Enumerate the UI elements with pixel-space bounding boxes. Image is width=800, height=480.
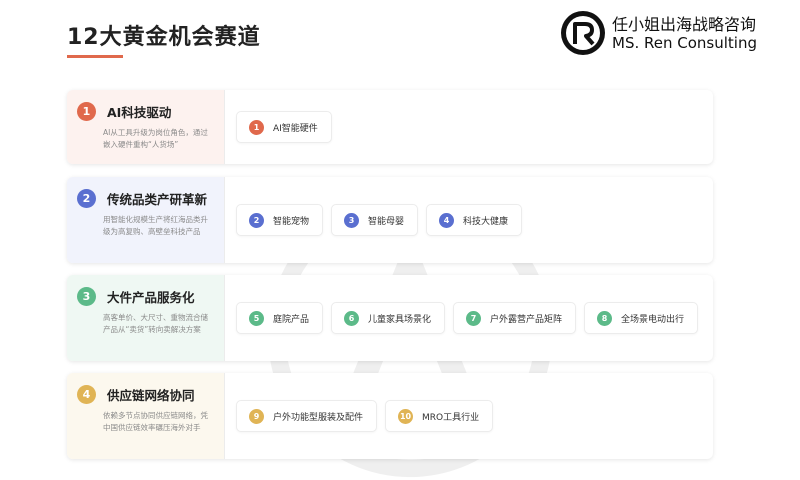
track-number-badge: 7 [466, 310, 482, 326]
category-title: 传统品类产研革新 [107, 192, 208, 207]
track-number-badge: 4 [439, 212, 455, 228]
track-label: 户外功能型服装及配件 [273, 412, 364, 423]
track-label: MRO工具行业 [422, 412, 480, 423]
category-description: 依赖多节点协同供应链网络，凭中国供应链效率碾压海外对手 [103, 411, 208, 432]
category-number-badge: 4 [77, 385, 96, 404]
category-row-3: 3 大件产品服务化 高客单价、大尺寸、重物流合储产品从“卖货”转向卖解决方案 5… [67, 275, 713, 361]
track-item: 8 全场景电动出行 [584, 302, 699, 334]
category-row-1: 1 AI科技驱动 AI从工具升级为岗位角色，通过嵌入硬件重构“人货场” 1 AI… [67, 90, 713, 164]
track-label: 庭院产品 [273, 314, 310, 325]
category-panel: 3 大件产品服务化 高客单价、大尺寸、重物流合储产品从“卖货”转向卖解决方案 [67, 275, 225, 361]
track-label: 智能母婴 [368, 216, 405, 227]
track-label: 智能宠物 [273, 216, 310, 227]
track-label: AI智能硬件 [273, 123, 318, 134]
track-number-badge: 2 [249, 212, 264, 228]
category-description: 用智能化规模生产将红海品类升级为高复购、高壁垒科技产品 [103, 215, 208, 236]
brand-name-cn: 任小姐出海战略咨询 [612, 15, 757, 34]
title-underline [67, 55, 123, 58]
track-list: 2 智能宠物 3 智能母婴 4 科技大健康 [225, 177, 713, 263]
track-number-badge: 6 [344, 310, 360, 326]
track-item: 10 MRO工具行业 [385, 400, 494, 432]
category-panel: 1 AI科技驱动 AI从工具升级为岗位角色，通过嵌入硬件重构“人货场” [67, 90, 225, 164]
track-label: 科技大健康 [463, 216, 509, 227]
category-title: 供应链网络协同 [107, 388, 195, 403]
brand-name-en: MS. Ren Consulting [612, 34, 757, 52]
track-list: 1 AI智能硬件 [225, 90, 713, 164]
category-description: 高客单价、大尺寸、重物流合储产品从“卖货”转向卖解决方案 [103, 313, 208, 334]
brand-logo-icon [561, 11, 605, 55]
track-number-badge: 1 [249, 119, 264, 135]
track-list: 9 户外功能型服装及配件 10 MRO工具行业 [225, 373, 713, 459]
track-number-badge: 9 [249, 408, 264, 424]
track-item: 1 AI智能硬件 [236, 111, 332, 143]
category-row-4: 4 供应链网络协同 依赖多节点协同供应链网络，凭中国供应链效率碾压海外对手 9 … [67, 373, 713, 459]
track-item: 2 智能宠物 [236, 204, 324, 236]
category-panel: 4 供应链网络协同 依赖多节点协同供应链网络，凭中国供应链效率碾压海外对手 [67, 373, 225, 459]
track-item: 9 户外功能型服装及配件 [236, 400, 378, 432]
track-number-badge: 3 [344, 212, 360, 228]
category-description: AI从工具升级为岗位角色，通过嵌入硬件重构“人货场” [103, 128, 208, 149]
category-number-badge: 1 [77, 102, 96, 121]
page-title: 12大黄金机会赛道 [67, 25, 261, 50]
track-label: 全场景电动出行 [621, 314, 685, 325]
track-label: 户外露营产品矩阵 [490, 314, 563, 325]
track-number-badge: 8 [597, 310, 613, 326]
track-list: 5 庭院产品 6 儿童家具场景化 7 户外露营产品矩阵 8 全场景电动出行 [225, 275, 713, 361]
category-panel: 2 传统品类产研革新 用智能化规模生产将红海品类升级为高复购、高壁垒科技产品 [67, 177, 225, 263]
track-number-badge: 5 [249, 310, 264, 326]
track-item: 4 科技大健康 [426, 204, 523, 236]
track-label: 儿童家具场景化 [368, 314, 432, 325]
category-number-badge: 3 [77, 287, 96, 306]
category-title: AI科技驱动 [107, 105, 172, 120]
category-number-badge: 2 [77, 189, 96, 208]
category-row-2: 2 传统品类产研革新 用智能化规模生产将红海品类升级为高复购、高壁垒科技产品 2… [67, 177, 713, 263]
track-item: 5 庭院产品 [236, 302, 324, 334]
track-number-badge: 10 [398, 408, 414, 424]
category-title: 大件产品服务化 [107, 290, 195, 305]
track-item: 6 儿童家具场景化 [331, 302, 446, 334]
track-item: 7 户外露营产品矩阵 [453, 302, 577, 334]
track-item: 3 智能母婴 [331, 204, 419, 236]
